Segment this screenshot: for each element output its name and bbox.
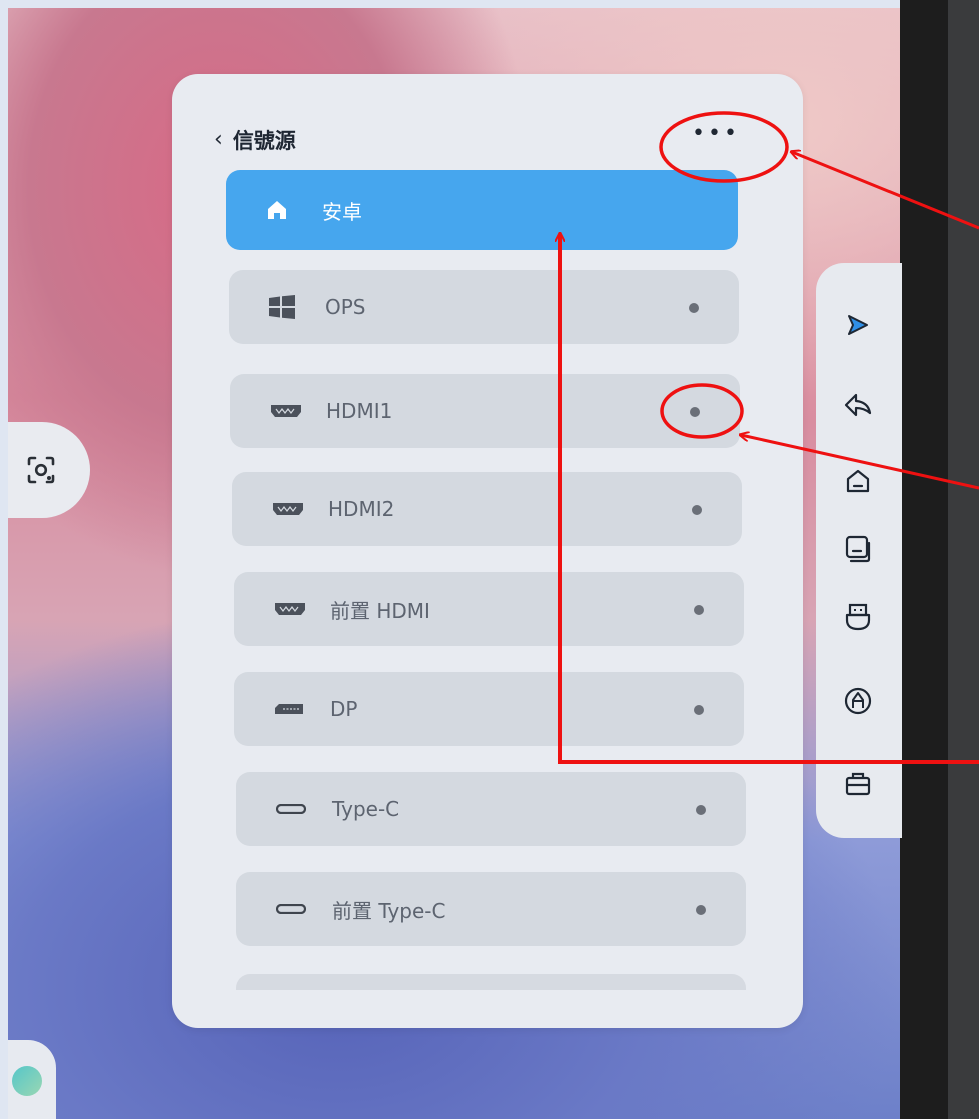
window-button[interactable]: [838, 529, 878, 569]
home-button[interactable]: [838, 461, 878, 501]
back-button[interactable]: [838, 385, 878, 425]
usb-c-icon: [276, 904, 316, 914]
source-item-dp[interactable]: DP: [234, 672, 744, 746]
status-dot: [690, 407, 700, 417]
more-horizontal-icon: •••: [692, 120, 740, 146]
play-button[interactable]: [838, 305, 878, 345]
status-dot: [696, 905, 706, 915]
app-icon: [12, 1066, 42, 1096]
status-dot: [694, 605, 704, 615]
status-dot: [694, 705, 704, 715]
source-item-android[interactable]: 安卓: [226, 170, 738, 250]
windows-icon: [269, 295, 309, 319]
source-item-hdmi2[interactable]: HDMI2: [232, 472, 742, 546]
status-dot: [692, 505, 702, 515]
source-item-ops[interactable]: OPS: [229, 270, 739, 344]
toolbox-icon: [845, 772, 871, 796]
source-item-front-hdmi[interactable]: 前置 HDMI: [234, 572, 744, 646]
source-label: 安卓: [322, 199, 362, 224]
home-icon: [846, 469, 870, 493]
hdmi-port-icon: [270, 404, 310, 418]
panel-title: 信號源: [232, 129, 296, 153]
panel-header[interactable]: ‹ 信號源: [214, 122, 296, 158]
source-label: OPS: [325, 295, 366, 319]
source-item-hdmi1[interactable]: HDMI1: [230, 374, 740, 448]
status-dot: [689, 303, 699, 313]
side-toolbar: [816, 263, 902, 838]
source-label: Type-C: [332, 797, 400, 821]
chevron-left-icon[interactable]: ‹: [214, 129, 223, 151]
pen-button[interactable]: [838, 681, 878, 721]
usb-icon: [845, 603, 871, 631]
hdmi-port-icon: [274, 602, 314, 616]
window-icon: [845, 535, 871, 563]
source-label: HDMI2: [328, 497, 395, 521]
toolbox-button[interactable]: [838, 763, 878, 803]
list-item-partial: [236, 974, 746, 990]
source-label: 前置 HDMI: [330, 598, 430, 623]
usb-button[interactable]: [838, 597, 878, 637]
source-item-type-c[interactable]: Type-C: [236, 772, 746, 846]
usb-c-icon: [276, 804, 316, 814]
source-label: HDMI1: [326, 399, 393, 423]
source-label: 前置 Type-C: [332, 898, 446, 923]
corner-app-shortcut[interactable]: [8, 1040, 56, 1119]
play-icon: [848, 315, 868, 335]
screenshot-lens-icon: [27, 456, 55, 484]
source-label: DP: [330, 697, 358, 721]
hdmi-port-icon: [272, 502, 312, 516]
home-icon: [266, 199, 306, 221]
back-icon: [844, 393, 872, 417]
pen-icon: [844, 687, 872, 715]
status-dot: [696, 805, 706, 815]
monitor-bezel-edge: [948, 0, 979, 1119]
more-options-button[interactable]: •••: [686, 116, 746, 150]
source-item-front-type-c[interactable]: 前置 Type-C: [236, 872, 746, 946]
displayport-icon: [274, 703, 314, 715]
